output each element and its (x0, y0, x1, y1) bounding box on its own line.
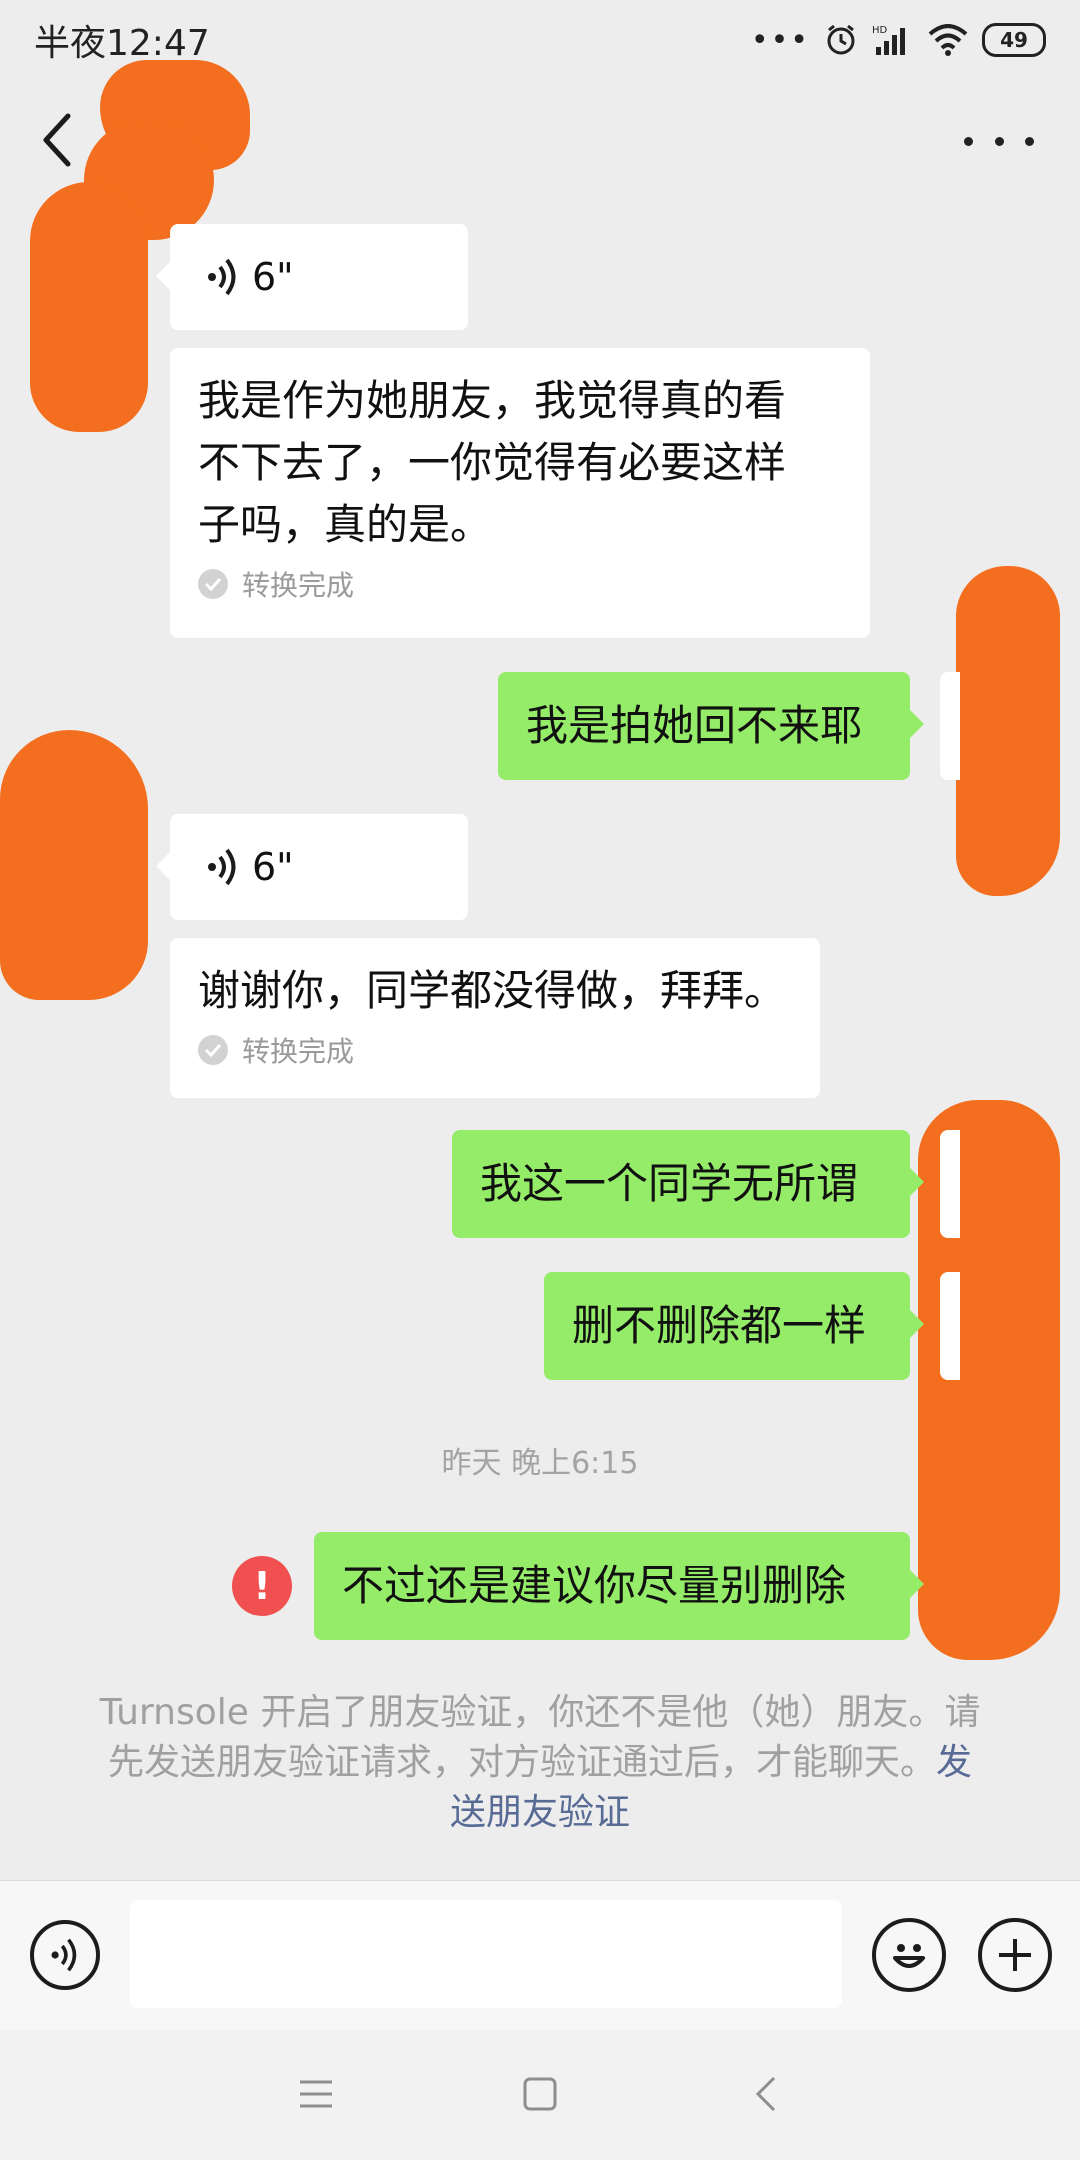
voice-playback-icon (208, 848, 236, 886)
message-text: 不过还是建议你尽量别删除 (342, 1561, 847, 1610)
transcribed-message[interactable]: 谢谢你，同学都没得做，拜拜。 转换完成 (170, 938, 820, 1098)
avatar[interactable] (30, 182, 148, 432)
battery-indicator: 49 (982, 23, 1046, 57)
signal-icon: HD (872, 25, 905, 55)
conversion-status: 转换完成 (198, 564, 842, 604)
plus-icon[interactable] (978, 1918, 1052, 1992)
message-text-line: 不下去了，一你觉得有必要这样 (198, 438, 787, 487)
voice-message[interactable]: 6" (156, 224, 468, 330)
check-icon (198, 1035, 228, 1065)
notice-text: 先发送朋友验证请求，对方验证通过后，才能聊天。 (107, 1742, 936, 1783)
more-dots-icon[interactable] (964, 116, 1034, 166)
avatar-edge (940, 1130, 960, 1238)
message-input[interactable] (130, 1900, 842, 2008)
home-icon[interactable] (522, 2076, 558, 2112)
alarm-icon (827, 24, 855, 55)
wifi-icon (928, 24, 968, 56)
menu-icon[interactable] (298, 2078, 334, 2110)
transcribed-message[interactable]: 我是作为她朋友，我觉得真的看 不下去了，一你觉得有必要这样 子吗，真的是。 转换… (170, 348, 870, 638)
avatar-edge (940, 672, 960, 780)
message-text-line: 谢谢你，同学都没得做，拜拜。 (198, 966, 787, 1015)
notice-line: 先发送朋友验证请求，对方验证通过后，才能聊天。发 (80, 1738, 1000, 1788)
message-text-line: 我是作为她朋友，我觉得真的看 (198, 376, 787, 425)
status-icons: ••• HD 49 (751, 18, 1046, 62)
status-time: 半夜12:47 (34, 23, 210, 64)
message-text-line: 子吗，真的是。 (198, 500, 493, 549)
message-text: 我这一个同学无所谓 (480, 1159, 859, 1208)
voice-message[interactable]: 6" (156, 814, 468, 920)
conversion-label: 转换完成 (242, 1035, 355, 1068)
sent-message-failed[interactable]: 不过还是建议你尽量别删除 (314, 1532, 924, 1640)
sent-message[interactable]: 我这一个同学无所谓 (452, 1130, 924, 1238)
conversion-label: 转换完成 (242, 569, 355, 602)
notice-line: Turnsole 开启了朋友验证，你还不是他（她）朋友。请 (99, 1692, 981, 1733)
voice-duration: 6" (252, 255, 294, 299)
voice-playback-icon (208, 258, 236, 296)
svg-text:HD: HD (872, 25, 888, 36)
chevron-left-icon[interactable] (38, 110, 78, 170)
conversion-status: 转换完成 (198, 1030, 792, 1070)
message-text: 我是拍她回不来耶 (526, 701, 863, 750)
emoji-icon[interactable] (872, 1918, 946, 1992)
message-text: 删不删除都一样 (572, 1301, 867, 1350)
more-notifications-icon: ••• (750, 22, 810, 58)
send-verification-link[interactable]: 送朋友验证 (80, 1788, 1000, 1838)
send-failed-icon[interactable]: ! (232, 1556, 292, 1616)
voice-duration: 6" (252, 845, 294, 889)
friend-verification-notice: Turnsole 开启了朋友验证，你还不是他（她）朋友。请 先发送朋友验证请求，… (80, 1688, 1000, 1838)
sent-message[interactable]: 我是拍她回不来耶 (498, 672, 924, 780)
avatar[interactable] (0, 730, 148, 1000)
voice-icon[interactable] (30, 1920, 100, 1990)
send-verification-link[interactable]: 发 (936, 1742, 972, 1783)
back-icon[interactable] (752, 2074, 778, 2114)
my-avatar[interactable] (956, 566, 1060, 896)
sent-message[interactable]: 删不删除都一样 (544, 1272, 924, 1380)
check-icon (198, 569, 228, 599)
avatar-edge (940, 1272, 960, 1380)
message-timestamp: 昨天 晚上6:15 (441, 1446, 639, 1481)
